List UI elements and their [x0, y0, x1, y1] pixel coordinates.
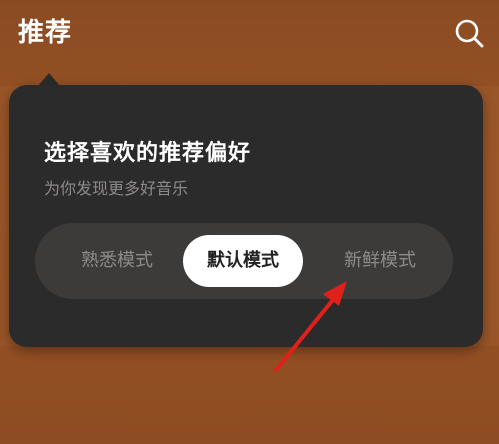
mode-selector: 熟悉模式 默认模式 新鲜模式 — [35, 223, 453, 299]
page-title: 推荐 — [18, 18, 73, 48]
popup-subtitle: 为你发现更多好音乐 — [44, 179, 189, 198]
mode-option-familiar[interactable]: 熟悉模式 — [47, 223, 187, 299]
mode-option-default[interactable]: 默认模式 — [183, 235, 303, 287]
search-button[interactable] — [452, 16, 486, 50]
recommendation-preference-popup: 选择喜欢的推荐偏好 为你发现更多好音乐 熟悉模式 默认模式 新鲜模式 — [9, 85, 483, 347]
popup-title: 选择喜欢的推荐偏好 — [44, 141, 252, 166]
search-icon — [455, 19, 484, 48]
mode-option-fresh[interactable]: 新鲜模式 — [315, 223, 445, 299]
